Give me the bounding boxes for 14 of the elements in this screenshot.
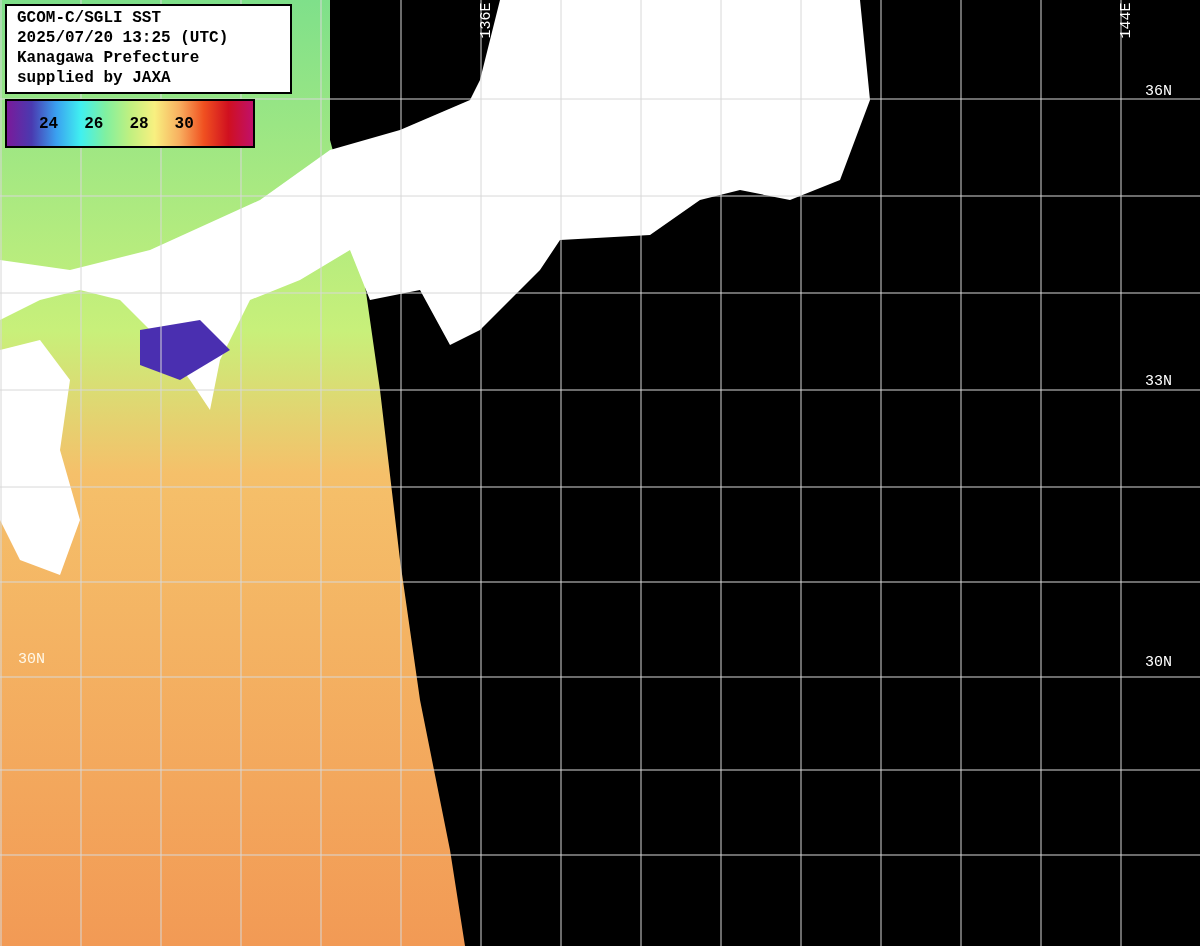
- scale-label: 28: [129, 115, 149, 132]
- latitude-label: 30N: [1145, 655, 1172, 670]
- latitude-label: 33N: [1145, 374, 1172, 389]
- scale-label: 26: [84, 115, 104, 132]
- info-text: Kanagawa Prefecture: [17, 48, 201, 68]
- longitude-label: 144E: [1118, 2, 1134, 38]
- latitude-label: 30N: [18, 652, 45, 667]
- scale-label: 30: [174, 115, 194, 132]
- longitude-label: 136E: [478, 2, 494, 38]
- latitude-label: 36N: [1145, 84, 1172, 99]
- info-text: supplied by JAXA: [17, 68, 172, 88]
- info-text: 2025/07/20 13:25 (UTC): [17, 28, 230, 48]
- scale-label: 24: [39, 115, 59, 132]
- info-text: GCOM-C/SGLI SST: [17, 8, 163, 28]
